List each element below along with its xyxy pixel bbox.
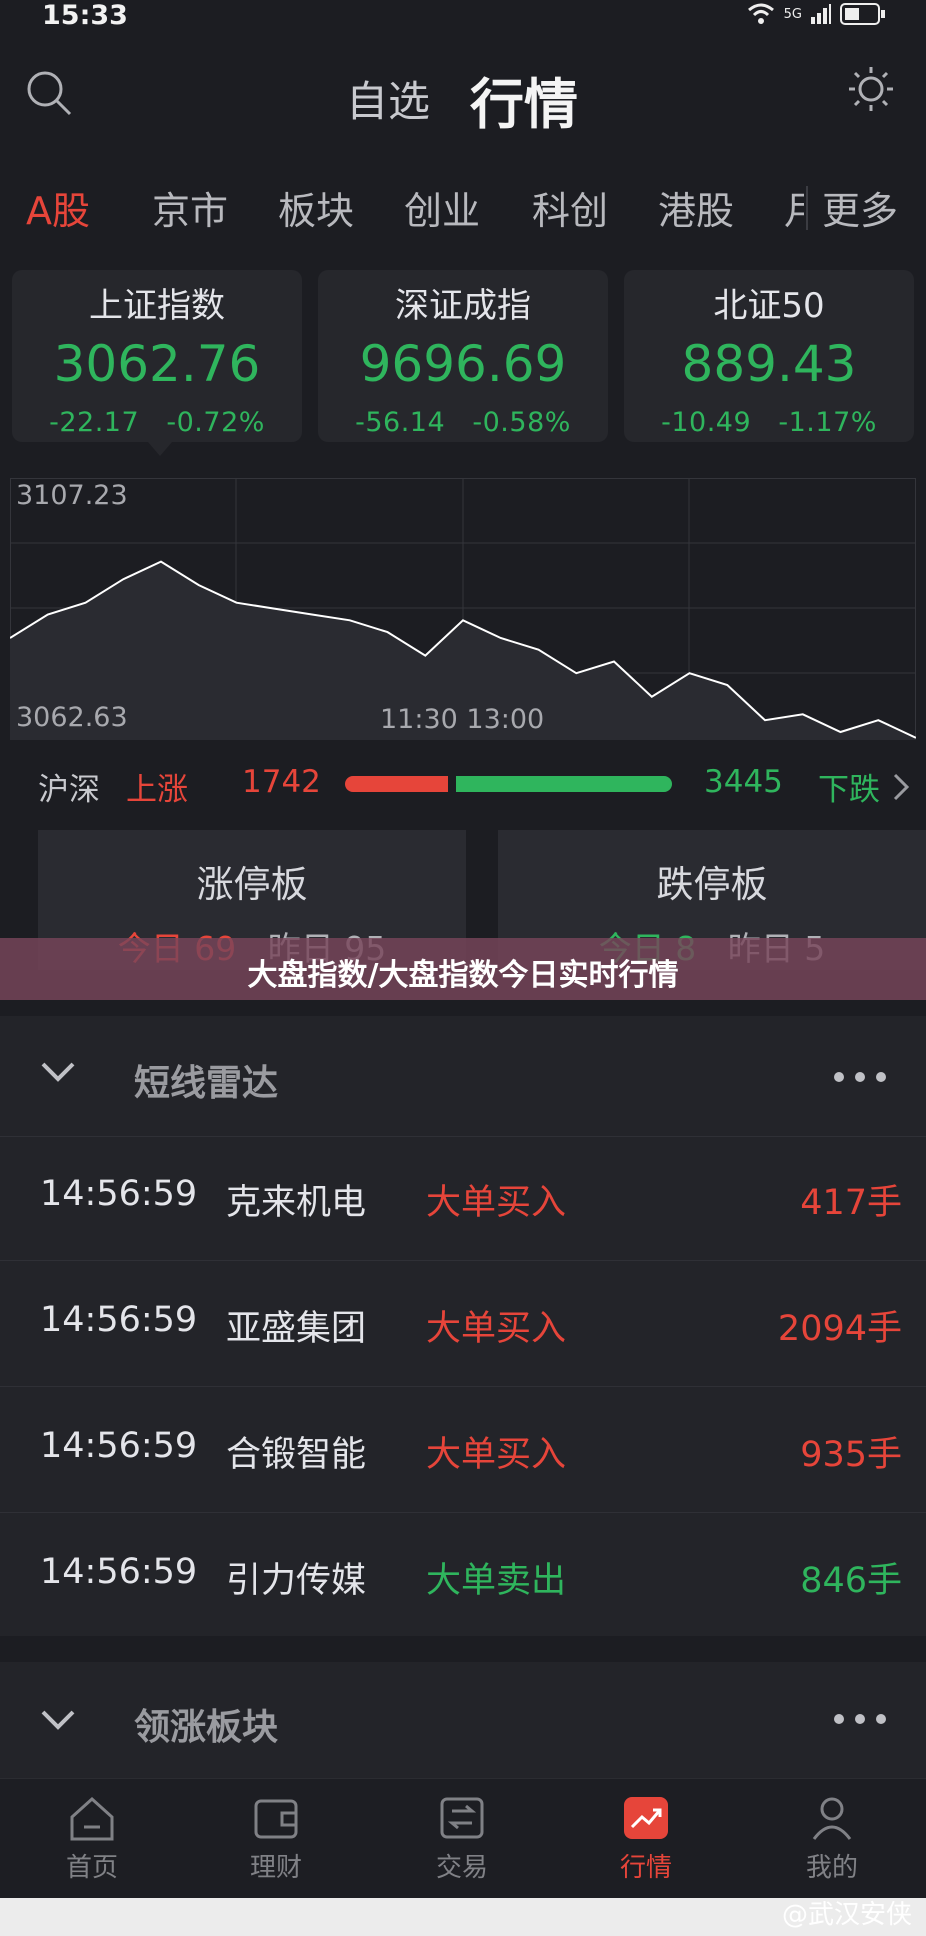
row-order-type: 大单买入 bbox=[426, 1183, 567, 1223]
nav-label: 我的 bbox=[805, 1853, 858, 1883]
limit-down-title: 跌停板 bbox=[656, 863, 768, 906]
advdec-up-count: 1742 bbox=[242, 764, 321, 800]
row-time: 14:56:59 bbox=[40, 1426, 198, 1466]
row-volume: 2094手 bbox=[777, 1309, 902, 1349]
row-stock-name: 克来机电 bbox=[226, 1183, 367, 1223]
home-icon bbox=[70, 1796, 114, 1841]
banner-text: 大盘指数/大盘指数今日实时行情 bbox=[247, 958, 679, 993]
intraday-chart-svg bbox=[10, 478, 916, 740]
tab-hk[interactable]: 港股 bbox=[658, 180, 734, 235]
bottom-nav: 首页 理财 交易 行情 我的 bbox=[0, 1778, 926, 1899]
nav-trade[interactable]: 交易 bbox=[402, 1795, 522, 1884]
nav-home[interactable]: 首页 bbox=[32, 1795, 152, 1884]
advdec-up-label: 上涨 bbox=[126, 772, 188, 808]
limit-up-title: 涨停板 bbox=[196, 863, 308, 906]
sector-title: 领涨板块 bbox=[134, 1707, 279, 1748]
theme-toggle-icon[interactable] bbox=[846, 64, 896, 114]
status-icons: 5G bbox=[746, 2, 886, 26]
row-stock-name: 合锻智能 bbox=[226, 1435, 367, 1475]
radar-row[interactable]: 14:56:59 引力传媒 大单卖出 846手 bbox=[0, 1514, 926, 1638]
row-volume: 846手 bbox=[800, 1561, 902, 1601]
tab-sectors[interactable]: 板块 bbox=[278, 180, 354, 235]
row-stock-name: 亚盛集团 bbox=[226, 1309, 367, 1349]
radar-row[interactable]: 14:56:59 克来机电 大单买入 417手 bbox=[0, 1136, 926, 1261]
row-time: 14:56:59 bbox=[40, 1174, 198, 1214]
advdec-down-label: 下跌 bbox=[818, 772, 880, 808]
index-name: 上证指数 bbox=[89, 286, 225, 326]
index-card-shenzhen[interactable]: 深证成指 9696.69 -56.14 -0.58% bbox=[318, 270, 608, 442]
nav-market[interactable]: 行情 bbox=[586, 1795, 706, 1884]
row-stock-name: 引力传媒 bbox=[226, 1561, 367, 1601]
tab-star[interactable]: 科创 bbox=[532, 180, 608, 235]
radar-row[interactable]: 14:56:59 合锻智能 大单买入 935手 bbox=[0, 1388, 926, 1513]
index-card-bse50[interactable]: 北证50 889.43 -10.49 -1.17% bbox=[624, 270, 914, 442]
tab-market[interactable]: 行情 bbox=[470, 60, 578, 139]
card-pointer bbox=[148, 442, 172, 456]
index-value: 889.43 bbox=[681, 335, 857, 393]
advdec-market-label: 沪深 bbox=[38, 772, 100, 808]
chart-low-label: 3062.63 bbox=[16, 702, 128, 733]
radar-header[interactable]: 短线雷达 bbox=[0, 1016, 926, 1137]
row-order-type: 大单买入 bbox=[426, 1309, 567, 1349]
search-icon[interactable] bbox=[24, 68, 74, 118]
more-icon[interactable] bbox=[834, 1072, 886, 1082]
tabs-divider bbox=[806, 186, 808, 230]
index-card-shanghai[interactable]: 上证指数 3062.76 -22.17 -0.72% bbox=[12, 270, 302, 442]
row-time: 14:56:59 bbox=[40, 1300, 198, 1340]
radar-title: 短线雷达 bbox=[134, 1063, 279, 1104]
chevron-down-icon[interactable] bbox=[40, 1708, 76, 1732]
index-change: -10.49 -1.17% bbox=[661, 407, 877, 438]
sector-panel[interactable]: 领涨板块 bbox=[0, 1662, 926, 1782]
advdec-down-count: 3445 bbox=[704, 764, 783, 800]
row-time: 14:56:59 bbox=[40, 1552, 198, 1592]
index-name: 北证50 bbox=[713, 286, 825, 326]
nav-label: 理财 bbox=[249, 1853, 302, 1883]
index-change: -22.17 -0.72% bbox=[49, 407, 265, 438]
nav-wealth[interactable]: 理财 bbox=[216, 1795, 336, 1884]
advance-decline-bar[interactable]: 沪深 上涨 1742 3445 下跌 bbox=[0, 758, 926, 816]
advdec-up-bar bbox=[345, 776, 448, 792]
row-volume: 935手 bbox=[800, 1435, 902, 1475]
network-badge: 5G bbox=[783, 6, 802, 22]
battery-icon bbox=[840, 3, 885, 25]
signal-icon bbox=[811, 4, 831, 24]
title-banner: 大盘指数/大盘指数今日实时行情 bbox=[0, 938, 926, 1000]
index-value: 3062.76 bbox=[53, 335, 261, 393]
intraday-chart[interactable]: 3107.23 3062.63 11:30 13:00 bbox=[10, 478, 916, 740]
nav-label: 首页 bbox=[65, 1853, 118, 1883]
radar-panel: 短线雷达 14:56:59 克来机电 大单买入 417手 14:56:59 亚盛… bbox=[0, 1016, 926, 1636]
wallet-icon bbox=[254, 1799, 298, 1839]
status-bar: 15:33 5G bbox=[0, 0, 926, 31]
market-tabs: A股 京市 板块 创业 科创 港股 月 更多 bbox=[0, 180, 926, 240]
trade-icon bbox=[440, 1797, 484, 1839]
user-icon bbox=[812, 1797, 852, 1840]
chart-time-label: 11:30 13:00 bbox=[380, 704, 545, 735]
index-change: -56.14 -0.58% bbox=[355, 407, 571, 438]
chevron-down-icon[interactable] bbox=[40, 1060, 76, 1084]
chart-high-label: 3107.23 bbox=[16, 480, 128, 511]
top-header: 自选 行情 bbox=[0, 40, 926, 150]
row-order-type: 大单卖出 bbox=[426, 1561, 567, 1601]
tab-more[interactable]: 更多 bbox=[822, 180, 898, 235]
tab-chinext[interactable]: 创业 bbox=[404, 180, 480, 235]
status-time: 15:33 bbox=[42, 0, 128, 31]
chart-icon bbox=[624, 1797, 668, 1839]
tab-a-shares[interactable]: A股 bbox=[26, 180, 90, 235]
more-icon[interactable] bbox=[834, 1714, 886, 1724]
tab-partial[interactable]: 月 bbox=[784, 180, 804, 235]
chevron-right-icon bbox=[893, 773, 910, 801]
wifi-icon bbox=[747, 3, 774, 24]
row-volume: 417手 bbox=[800, 1183, 902, 1223]
nav-label: 行情 bbox=[619, 1853, 672, 1883]
row-order-type: 大单买入 bbox=[426, 1435, 567, 1475]
radar-row[interactable]: 14:56:59 亚盛集团 大单买入 2094手 bbox=[0, 1262, 926, 1387]
nav-label: 交易 bbox=[435, 1853, 488, 1883]
advdec-down-bar bbox=[456, 776, 672, 792]
watermark: @武汉安侠 bbox=[781, 1900, 912, 1930]
index-name: 深证成指 bbox=[395, 286, 531, 326]
tab-watchlist[interactable]: 自选 bbox=[346, 68, 430, 129]
tab-beijing[interactable]: 京市 bbox=[152, 180, 228, 235]
nav-profile[interactable]: 我的 bbox=[772, 1795, 892, 1884]
index-value: 9696.69 bbox=[359, 335, 567, 393]
